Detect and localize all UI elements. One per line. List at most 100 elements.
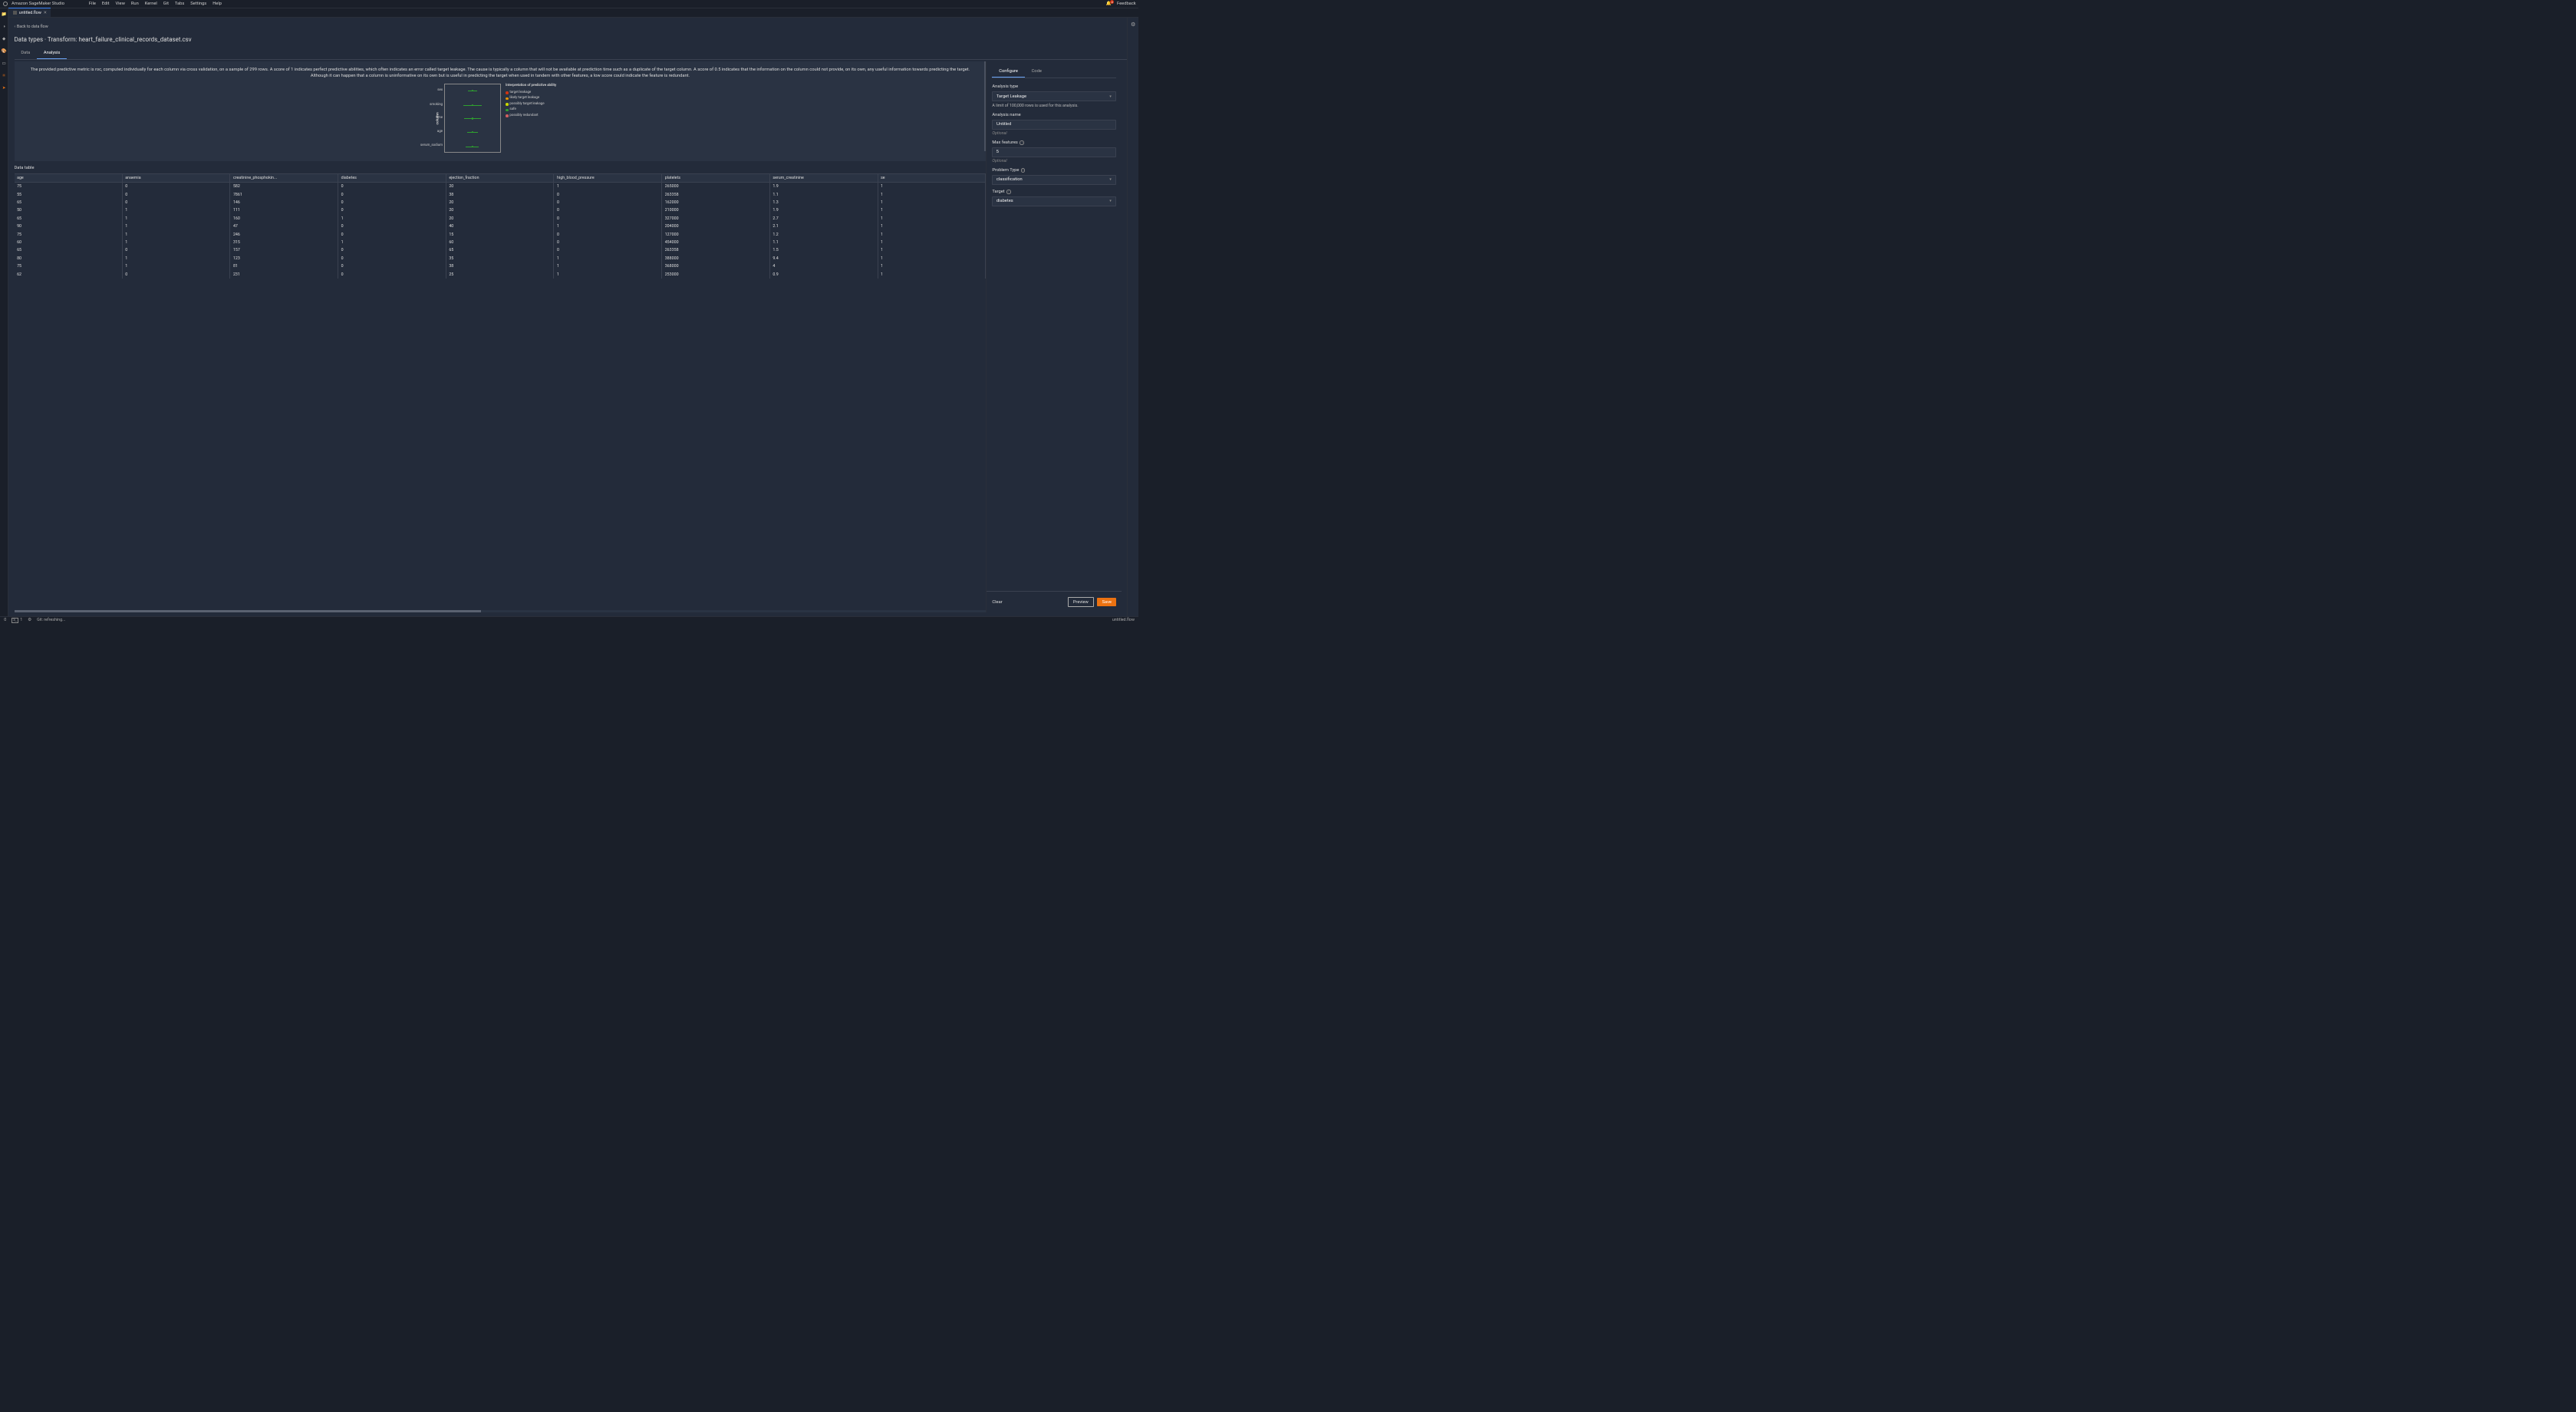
nodes-icon[interactable]: ⚛ bbox=[2, 73, 7, 78]
info-icon[interactable]: i bbox=[1020, 140, 1023, 144]
table-row[interactable]: 75124601501270001.21 bbox=[15, 230, 986, 238]
tab-data[interactable]: Data bbox=[15, 48, 38, 59]
table-cell: 0 bbox=[122, 246, 230, 254]
scrollbar-vertical[interactable] bbox=[984, 61, 987, 151]
menu-kernel[interactable]: Kernel bbox=[145, 2, 157, 6]
table-cell: 0 bbox=[122, 182, 230, 190]
table-cell: 75 bbox=[15, 182, 123, 190]
feedback-link[interactable]: Feedback bbox=[1117, 2, 1136, 6]
folder-icon[interactable]: 📁 bbox=[2, 12, 7, 18]
menu-run[interactable]: Run bbox=[131, 2, 139, 6]
table-cell: 1 bbox=[554, 255, 662, 262]
column-header[interactable]: se bbox=[878, 173, 986, 182]
table-row[interactable]: 60131516004540001.11 bbox=[15, 239, 986, 246]
target-select[interactable]: diabetes ▼ bbox=[992, 196, 1116, 206]
scrollbar-horizontal[interactable] bbox=[15, 610, 987, 613]
table-cell: 388000 bbox=[662, 255, 770, 262]
status-gear-icon[interactable]: ⚙ bbox=[28, 618, 31, 622]
table-cell: 0 bbox=[554, 190, 662, 198]
page-title: Data types · Transform: heart_failure_cl… bbox=[15, 36, 1134, 43]
menu-help[interactable]: Help bbox=[212, 2, 222, 6]
table-cell: 2.1 bbox=[769, 223, 878, 230]
table-cell: 127000 bbox=[662, 230, 770, 238]
save-button[interactable]: Save bbox=[1097, 598, 1116, 606]
tab-analysis[interactable]: Analysis bbox=[37, 48, 67, 59]
palette-icon[interactable]: 🎨 bbox=[2, 49, 7, 54]
table-cell: 50 bbox=[15, 206, 123, 214]
diamond-icon[interactable]: ◆ bbox=[2, 37, 7, 42]
table-cell: 0 bbox=[122, 199, 230, 206]
terminal-icon[interactable]: $_ bbox=[12, 618, 18, 623]
close-icon[interactable]: ✕ bbox=[43, 11, 46, 15]
analysis-description: The provided predictive metric is roc, c… bbox=[15, 61, 987, 161]
table-cell: 157 bbox=[230, 246, 338, 254]
column-header[interactable]: platelets bbox=[662, 173, 770, 182]
menu-view[interactable]: View bbox=[116, 2, 125, 6]
table-cell: 1.3 bbox=[769, 199, 878, 206]
info-icon[interactable]: i bbox=[1021, 168, 1025, 172]
data-table-heading: Data table bbox=[15, 161, 987, 173]
table-cell: 204000 bbox=[662, 223, 770, 230]
table-cell: 1.2 bbox=[769, 230, 878, 238]
chevron-down-icon: ▼ bbox=[1108, 177, 1112, 182]
menu-edit[interactable]: Edit bbox=[102, 2, 110, 6]
table-cell: 1 bbox=[122, 255, 230, 262]
menu-tabs[interactable]: Tabs bbox=[175, 2, 184, 6]
column-header[interactable]: ejection_fraction bbox=[446, 173, 554, 182]
left-activity-rail: 📁 ◑ ◆ 🎨 ▭ ⚛ ➤ bbox=[0, 8, 8, 616]
problem-type-select[interactable]: classification ▼ bbox=[992, 175, 1116, 185]
table-row[interactable]: 50111102002100001.91 bbox=[15, 206, 986, 214]
analysis-type-select[interactable]: Target Leakage ▼ bbox=[992, 91, 1116, 101]
menu-git[interactable]: Git bbox=[163, 2, 169, 6]
column-header[interactable]: serum_creatinine bbox=[769, 173, 878, 182]
table-cell: 75 bbox=[15, 262, 123, 270]
back-link[interactable]: ‹ Back to data flow bbox=[15, 25, 1134, 29]
git-icon[interactable]: ◑ bbox=[2, 25, 7, 30]
clear-button[interactable]: Clear bbox=[992, 600, 1002, 605]
rect-icon[interactable]: ▭ bbox=[2, 61, 7, 66]
tab-untitled-flow[interactable]: untitled.flow ✕ bbox=[8, 8, 51, 16]
table-cell: 0 bbox=[554, 246, 662, 254]
menubar: File Edit View Run Kernel Git Tabs Setti… bbox=[89, 2, 222, 6]
rows-note: A limit of 100,000 rows is used for this… bbox=[992, 104, 1116, 108]
table-cell: 1 bbox=[122, 262, 230, 270]
preview-button[interactable]: Preview bbox=[1068, 597, 1094, 607]
table-cell: 75 bbox=[15, 230, 123, 238]
column-header[interactable]: diabetes bbox=[338, 173, 446, 182]
table-row[interactable]: 65014602001620001.31 bbox=[15, 199, 986, 206]
cfg-tab-configure[interactable]: Configure bbox=[992, 67, 1024, 78]
info-icon[interactable]: i bbox=[1006, 190, 1010, 193]
table-row[interactable]: 80112303513880009.41 bbox=[15, 255, 986, 262]
column-header[interactable]: anaemia bbox=[122, 173, 230, 182]
notifications-button[interactable]: 🔔 4 bbox=[1106, 2, 1112, 6]
table-row[interactable]: 65015706502633581.51 bbox=[15, 246, 986, 254]
gear-icon[interactable]: ⚙ bbox=[1131, 21, 1135, 615]
chart-legend: Interpretation of predictive ability tar… bbox=[506, 84, 556, 119]
chevron-down-icon: ▼ bbox=[1108, 199, 1112, 203]
table-row[interactable]: 65116012003270002.71 bbox=[15, 215, 986, 223]
table-cell: 80 bbox=[15, 255, 123, 262]
table-row[interactable]: 75181038136800041 bbox=[15, 262, 986, 270]
table-cell: 0 bbox=[338, 199, 446, 206]
table-cell: 1.9 bbox=[769, 206, 878, 214]
column-header[interactable]: age bbox=[15, 173, 123, 182]
table-cell: 253000 bbox=[662, 270, 770, 278]
table-row[interactable]: 62023102512530000.91 bbox=[15, 270, 986, 278]
analysis-name-input[interactable] bbox=[992, 120, 1116, 130]
table-row[interactable]: 75058202012650001.91 bbox=[15, 182, 986, 190]
table-cell: 263358 bbox=[662, 246, 770, 254]
data-table: ageanaemiacreatinine_phosphokin...diabet… bbox=[15, 173, 987, 613]
target-label: Target i bbox=[992, 190, 1116, 194]
send-icon[interactable]: ➤ bbox=[2, 85, 7, 91]
table-row[interactable]: 550786103802633581.11 bbox=[15, 190, 986, 198]
table-cell: 25 bbox=[446, 270, 554, 278]
menu-settings[interactable]: Settings bbox=[190, 2, 206, 6]
max-features-input[interactable] bbox=[992, 147, 1116, 157]
tab-label: untitled.flow bbox=[19, 11, 41, 15]
cfg-tab-code[interactable]: Code bbox=[1025, 67, 1049, 78]
table-row[interactable]: 9014704012040002.11 bbox=[15, 223, 986, 230]
column-header[interactable]: creatinine_phosphokin... bbox=[230, 173, 338, 182]
analysis-type-label: Analysis type bbox=[992, 84, 1116, 89]
menu-file[interactable]: File bbox=[89, 2, 96, 6]
column-header[interactable]: high_blood_pressure bbox=[554, 173, 662, 182]
